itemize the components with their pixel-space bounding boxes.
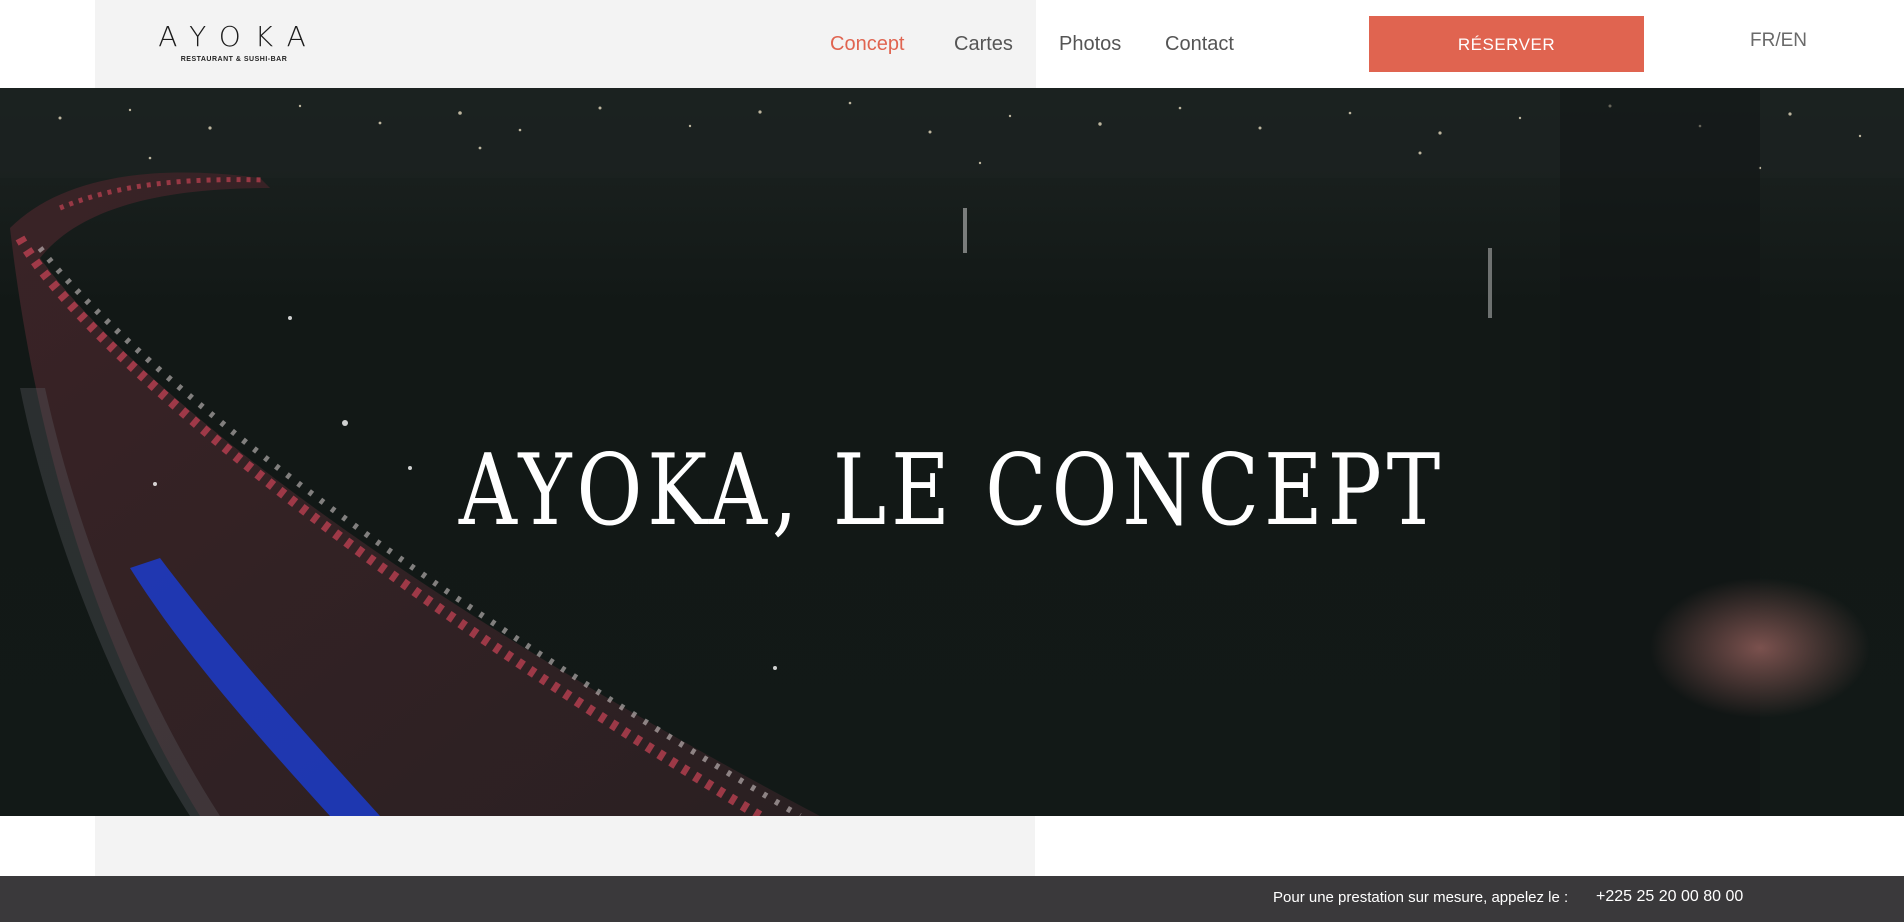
- footer-prompt: Pour une prestation sur mesure, appelez …: [1273, 889, 1569, 906]
- contact-footer-bar: Pour une prestation sur mesure, appelez …: [0, 876, 1904, 922]
- nav-link-photos[interactable]: Photos: [1059, 31, 1121, 57]
- nav-link-concept[interactable]: Concept: [830, 31, 905, 57]
- nav-link-cartes[interactable]: Cartes: [954, 31, 1013, 57]
- logo-tagline: RESTAURANT & SUSHI-BAR: [180, 56, 288, 63]
- content-background-panel: [95, 816, 1035, 876]
- hero-title: AYOKA, LE CONCEPT: [458, 434, 1446, 548]
- site-header: AYOKA RESTAURANT & SUSHI-BAR Concept Car…: [0, 0, 1904, 88]
- footer-phone-link[interactable]: +225 25 20 00 80 00: [1596, 888, 1743, 906]
- site-logo[interactable]: AYOKA RESTAURANT & SUSHI-BAR: [146, 20, 322, 70]
- hero-section: AYOKA, LE CONCEPT: [0, 88, 1904, 816]
- language-switch[interactable]: FR/EN: [1750, 30, 1807, 52]
- nav-link-contact[interactable]: Contact: [1165, 31, 1234, 57]
- reserve-button[interactable]: RÉSERVER: [1369, 16, 1644, 72]
- logo-wordmark: AYOKA: [158, 20, 320, 53]
